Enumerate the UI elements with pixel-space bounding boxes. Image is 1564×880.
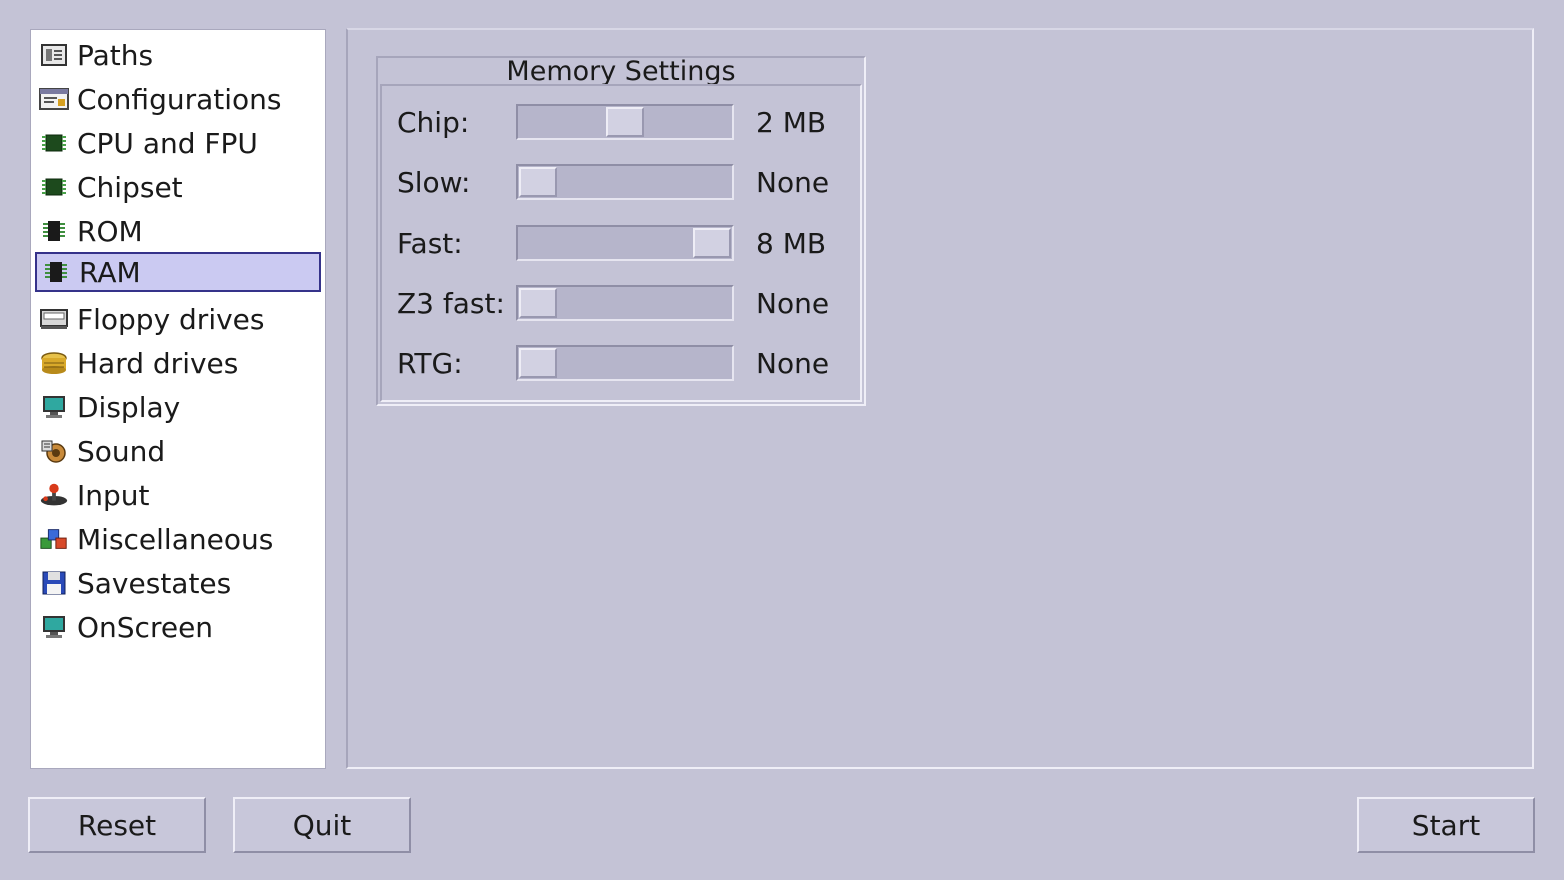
miscellaneous-icon: [39, 526, 69, 552]
sidebar-item-display[interactable]: Display: [35, 388, 321, 426]
sidebar-item-label: Floppy drives: [77, 302, 265, 336]
sidebar-item-label: Savestates: [77, 566, 232, 600]
sidebar-item-miscellaneous[interactable]: Miscellaneous: [35, 520, 321, 558]
sidebar-item-input[interactable]: Input: [35, 476, 321, 514]
chip-value: 2 MB: [756, 106, 827, 139]
sidebar-item-label: Input: [77, 478, 150, 512]
reset-button[interactable]: Reset: [28, 797, 206, 853]
rtg-slider-thumb[interactable]: [519, 348, 557, 378]
fast-slider-thumb[interactable]: [693, 228, 731, 258]
quit-button[interactable]: Quit: [233, 797, 411, 853]
paths-icon: [39, 42, 69, 68]
ram-chip-icon: [41, 259, 71, 285]
sidebar-item-label: Configurations: [77, 82, 282, 116]
sidebar-item-label: Paths: [77, 38, 154, 72]
rtg-label: RTG:: [397, 347, 463, 380]
sidebar-item-hard-drives[interactable]: Hard drives: [35, 344, 321, 382]
chip-slider-thumb[interactable]: [606, 107, 644, 137]
sidebar-item-label: Hard drives: [77, 346, 239, 380]
sidebar-item-savestates[interactable]: Savestates: [35, 564, 321, 602]
sidebar-item-sound[interactable]: Sound: [35, 432, 321, 470]
rom-chip-icon: [39, 218, 69, 244]
fast-label: Fast:: [397, 227, 463, 260]
hard-drive-icon: [39, 350, 69, 376]
sidebar-item-label: CPU and FPU: [77, 126, 258, 160]
sidebar-item-chipset[interactable]: Chipset: [35, 168, 321, 206]
sidebar-item-label: Chipset: [77, 170, 183, 204]
sidebar-item-label: RAM: [79, 255, 141, 289]
sidebar-item-paths[interactable]: Paths: [35, 36, 321, 74]
start-button[interactable]: Start: [1357, 797, 1535, 853]
rtg-value: None: [756, 347, 830, 380]
configurations-icon: [39, 86, 69, 112]
sidebar-item-configurations[interactable]: Configurations: [35, 80, 321, 118]
fast-slider[interactable]: [516, 225, 734, 261]
sound-icon: [39, 438, 69, 464]
sidebar-item-onscreen[interactable]: OnScreen: [35, 608, 321, 646]
sidebar-item-label: OnScreen: [77, 610, 214, 644]
sidebar-item-rom[interactable]: ROM: [35, 212, 321, 250]
slow-label: Slow:: [397, 166, 471, 199]
slow-slider-thumb[interactable]: [519, 167, 557, 197]
sidebar-item-label: Sound: [77, 434, 166, 468]
sidebar-item-label: Miscellaneous: [77, 522, 274, 556]
onscreen-monitor-icon: [39, 614, 69, 640]
floppy-drive-icon: [39, 306, 69, 332]
rtg-slider[interactable]: [516, 345, 734, 381]
save-disk-icon: [39, 570, 69, 596]
chip-label: Chip:: [397, 106, 470, 139]
z3-fast-label: Z3 fast:: [397, 287, 505, 320]
chip-slider[interactable]: [516, 104, 734, 140]
cpu-chip-icon: [39, 130, 69, 156]
category-list[interactable]: Paths Configurations CPU and FPU Chipset…: [30, 29, 326, 769]
slow-slider[interactable]: [516, 164, 734, 200]
z3-fast-slider[interactable]: [516, 285, 734, 321]
fast-value: 8 MB: [756, 227, 827, 260]
sidebar-item-label: ROM: [77, 214, 143, 248]
slow-value: None: [756, 166, 830, 199]
sidebar-item-ram[interactable]: RAM: [35, 252, 321, 292]
monitor-icon: [39, 394, 69, 420]
sidebar-item-floppy-drives[interactable]: Floppy drives: [35, 300, 321, 338]
joystick-icon: [39, 482, 69, 508]
z3-fast-slider-thumb[interactable]: [519, 288, 557, 318]
sidebar-item-label: Display: [77, 390, 181, 424]
chipset-chip-icon: [39, 174, 69, 200]
z3-fast-value: None: [756, 287, 830, 320]
sidebar-item-cpu-and-fpu[interactable]: CPU and FPU: [35, 124, 321, 162]
